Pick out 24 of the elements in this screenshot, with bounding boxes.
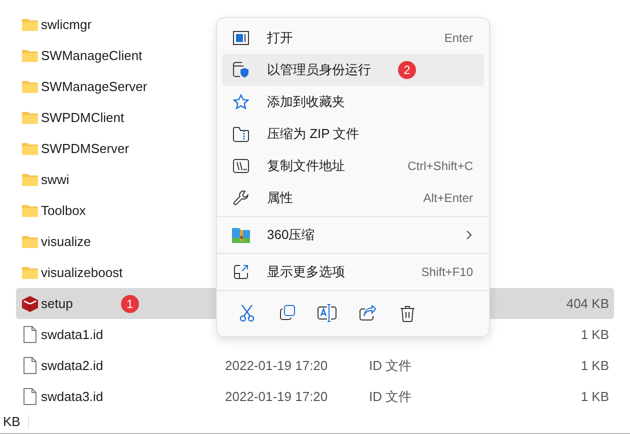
file-name: SWManageServer <box>41 79 148 94</box>
file-size: 1 KB <box>580 327 609 342</box>
file-name: swwi <box>41 172 70 187</box>
file-size: 1 KB <box>580 389 609 404</box>
status-text: KB <box>3 414 30 428</box>
file-name: Toolbox <box>41 203 86 218</box>
file-name: visualize <box>41 234 91 249</box>
file-date: 2022-01-19 17:20 <box>225 358 328 373</box>
file-name: SWPDMClient <box>41 110 124 125</box>
file-date: 2022-01-19 17:20 <box>225 389 328 404</box>
file-size: 1 KB <box>580 358 609 373</box>
file-name: swlicmgr <box>41 17 92 32</box>
file-name: visualizeboost <box>41 265 123 280</box>
file-name: setup <box>41 296 73 311</box>
step-badge: 2 <box>398 61 416 79</box>
file-name: SWPDMServer <box>41 141 130 156</box>
file-name: SWManageClient <box>41 48 142 63</box>
file-type: ID 文件 <box>369 358 412 372</box>
step-badge: 1 <box>120 294 139 312</box>
file-name: swdata1.id <box>41 327 104 342</box>
file-type: ID 文件 <box>369 388 412 404</box>
file-name: swdata3.id <box>41 389 104 404</box>
file-name: swdata2.id <box>41 358 104 373</box>
file-size: 404 KB <box>566 296 609 311</box>
